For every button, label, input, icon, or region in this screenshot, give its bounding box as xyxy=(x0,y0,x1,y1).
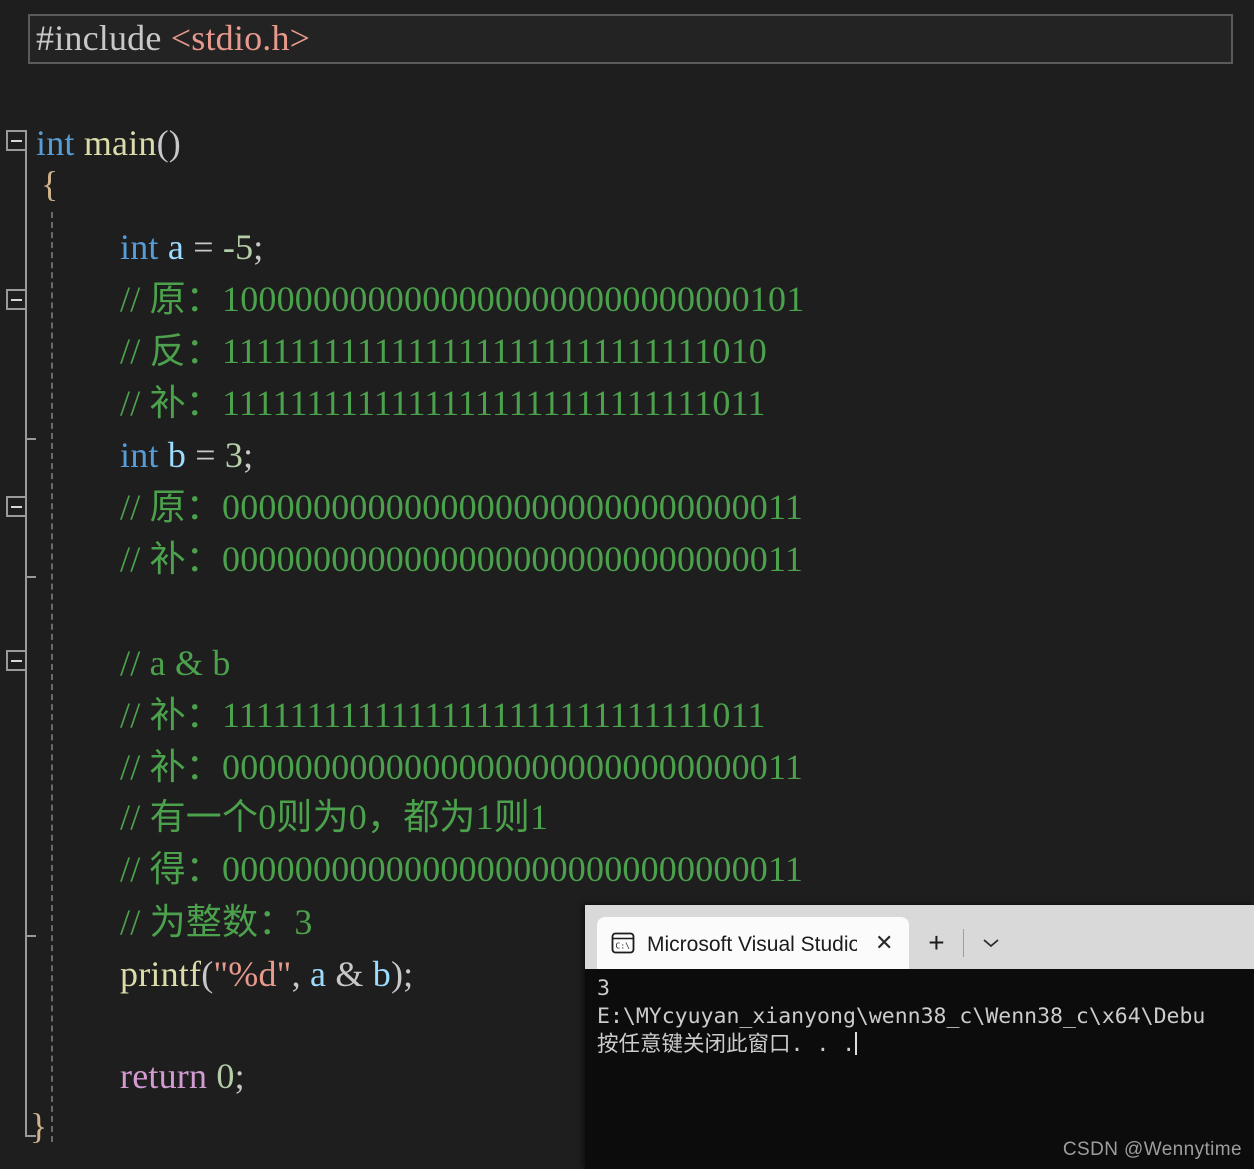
code-line-comment-and[interactable]: // a & b xyxy=(120,637,231,689)
new-tab-button[interactable]: + xyxy=(909,917,963,969)
fold-toggle-comment-block-3[interactable] xyxy=(6,650,27,671)
terminal-output-line: E:\MYcyuyan_xianyong\wenn38_c\Wenn38_c\x… xyxy=(597,1004,1206,1029)
code-line-comment-yuan-a[interactable]: // 原：10000000000000000000000000000101 xyxy=(120,273,804,325)
fold-toggle-comment-block-2[interactable] xyxy=(6,496,27,517)
fold-bracket-c1 xyxy=(25,310,27,440)
code-line-comment-bu-b2[interactable]: // 补：00000000000000000000000000000011 xyxy=(120,741,803,793)
token-int-keyword-b: int xyxy=(120,435,159,475)
terminal-tab-active[interactable]: C:\ Microsoft Visual Studio 调试挖 ✕ xyxy=(597,917,910,969)
fold-toggle-main[interactable] xyxy=(6,130,27,151)
token-return-keyword: return xyxy=(120,1056,208,1096)
token-main-fn: main xyxy=(83,123,157,163)
token-num-0: 0 xyxy=(216,1056,235,1096)
code-line-comment-yuan-b[interactable]: // 原：00000000000000000000000000000011 xyxy=(120,481,803,533)
code-line-comment-bu-a[interactable]: // 补：11111111111111111111111111111011 xyxy=(120,377,766,429)
code-line-comment-bu-b[interactable]: // 补：00000000000000000000000000000011 xyxy=(120,533,803,585)
svg-text:C:\: C:\ xyxy=(616,942,631,951)
token-header: <stdio.h> xyxy=(170,18,311,58)
fold-bracket-c3 xyxy=(25,671,27,937)
fold-bracket-main-lower xyxy=(25,937,27,1137)
token-var-b: b xyxy=(167,435,187,475)
token-preprocessor: #include xyxy=(36,18,162,58)
fold-bracket-main-upper xyxy=(25,151,27,293)
command-prompt-icon: C:\ xyxy=(611,932,635,954)
fold-bracket-gap-1 xyxy=(25,440,27,498)
terminal-output-line: 按任意键关闭此窗口. . . xyxy=(597,1031,1254,1059)
watermark: CSDN @Wennytime xyxy=(1062,1139,1242,1160)
token-printf-fn: printf xyxy=(120,954,202,994)
token-bitwise-and: & xyxy=(326,954,373,994)
terminal-output-line: 3 xyxy=(597,976,610,1001)
code-line-comment-fan-a[interactable]: // 反：11111111111111111111111111111010 xyxy=(120,325,767,377)
token-open-brace: { xyxy=(41,164,59,204)
code-line-include[interactable]: #include <stdio.h> xyxy=(36,12,310,64)
fold-toggle-comment-block-1[interactable] xyxy=(6,289,27,310)
terminal-output-text: 按任意键关闭此窗口. . . xyxy=(597,1032,856,1057)
terminal-tab-title: Microsoft Visual Studio 调试挖 xyxy=(647,933,857,956)
token-close-brace: } xyxy=(30,1106,48,1146)
chevron-down-icon[interactable] xyxy=(964,917,1018,969)
token-arg-a: a xyxy=(309,954,327,994)
token-parens: () xyxy=(156,123,181,163)
code-line-comment-bu-a2[interactable]: // 补：11111111111111111111111111111011 xyxy=(120,689,766,741)
code-line-decl-a[interactable]: int a = -5; xyxy=(120,221,264,273)
code-line-open-brace[interactable]: { xyxy=(41,158,58,210)
terminal-cursor xyxy=(855,1032,858,1055)
terminal-tab-bar[interactable]: C:\ Microsoft Visual Studio 调试挖 ✕ + xyxy=(585,905,1254,969)
token-num-3: 3 xyxy=(224,435,244,475)
fold-bracket-gap-2 xyxy=(25,578,27,651)
code-line-comment-rule[interactable]: // 有一个0则为0，都为1则1 xyxy=(120,791,548,843)
indent-guide xyxy=(51,212,53,1142)
code-line-printf[interactable]: printf("%d", a & b); xyxy=(120,948,413,1000)
token-format-string: "%d" xyxy=(213,954,292,994)
code-line-comment-de[interactable]: // 得：00000000000000000000000000000011 xyxy=(120,843,803,895)
token-int-keyword: int xyxy=(36,123,75,163)
token-arg-b: b xyxy=(372,954,391,994)
token-var-a: a xyxy=(167,227,184,267)
code-line-close-brace[interactable]: } xyxy=(30,1100,47,1152)
debug-console-window[interactable]: C:\ Microsoft Visual Studio 调试挖 ✕ + 3 E:… xyxy=(585,905,1254,1169)
editor-outlining-gutter[interactable] xyxy=(0,0,36,1169)
token-int-keyword-a: int xyxy=(120,227,159,267)
token-num-neg5: -5 xyxy=(222,227,254,267)
code-line-comment-result[interactable]: // 为整数：3 xyxy=(120,896,313,948)
close-icon[interactable]: ✕ xyxy=(875,932,893,954)
code-line-return[interactable]: return 0; xyxy=(120,1050,245,1102)
code-line-decl-b[interactable]: int b = 3; xyxy=(120,429,253,481)
